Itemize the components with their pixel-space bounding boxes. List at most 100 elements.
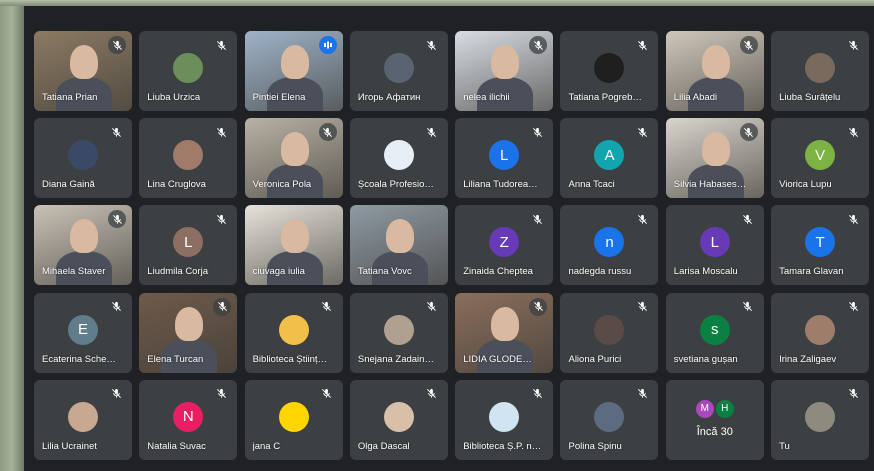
participant-tile[interactable]: Biblioteca Ș.P. n… (455, 379, 554, 460)
more-avatar-initial: H (715, 399, 734, 418)
participant-name: Polina Spinu (568, 440, 622, 452)
participant-tile[interactable]: Pintiei Elena (244, 31, 343, 111)
participant-avatar (278, 401, 309, 432)
participant-tile[interactable]: Snejana Zadain… (349, 292, 448, 373)
participant-tile[interactable]: Tatiana Pogreb… (560, 31, 659, 111)
participant-avatar (383, 140, 414, 171)
participant-avatar (173, 53, 204, 83)
avatar-initial: L (710, 233, 719, 251)
participant-avatar (594, 53, 625, 83)
participant-name: LIDIA GLODE… (463, 353, 532, 365)
participant-tile[interactable]: V Viorica Lupu (771, 118, 870, 199)
more-avatars: MH (695, 399, 735, 418)
more-participants-tile[interactable]: M H Încă 30 (665, 379, 764, 460)
avatar-initial: V (815, 146, 826, 164)
participant-name: Irina Zaligaev (779, 353, 837, 365)
participant-face (491, 306, 520, 341)
participant-avatar (805, 314, 836, 345)
mic-off-icon (845, 299, 861, 315)
participant-tile[interactable]: L Larisa Moscalu (665, 205, 764, 286)
participant-name: nelea ilichii (463, 92, 510, 103)
participant-tile[interactable]: Biblioteca Științ… (244, 292, 343, 373)
participant-tile[interactable]: ciuvaga iulia (244, 205, 343, 286)
mic-off-icon (845, 124, 861, 140)
participant-tile[interactable]: Irina Zaligaev (771, 292, 870, 373)
participant-tile[interactable]: A Anna Tcaci (560, 118, 659, 199)
mic-off-icon (529, 211, 545, 227)
participant-tile[interactable]: L Liliana Tudorea… (455, 118, 554, 199)
mic-off-icon (634, 299, 650, 315)
participant-avatar: E (68, 314, 98, 345)
participant-face (385, 219, 414, 254)
participant-tile[interactable]: N Natalia Suvac (139, 379, 238, 460)
participant-tile[interactable]: Școala Profesio… (349, 118, 448, 199)
participant-tile[interactable]: Mihaela Staver (34, 205, 132, 286)
participant-name: Liudmila Corja (147, 266, 209, 278)
participant-avatar (594, 401, 625, 432)
participant-name: Pintiei Elena (252, 92, 306, 103)
participant-face (491, 45, 520, 79)
participant-tile[interactable]: Aliona Purici (560, 292, 659, 373)
mic-off-icon (529, 297, 548, 316)
speaking-indicator-icon (318, 36, 337, 54)
participant-tile[interactable]: Liuba Urzica (139, 31, 238, 111)
participant-tile[interactable]: Tu (771, 379, 870, 460)
participant-name: Elena Turcan (147, 353, 204, 365)
avatar-initial: L (184, 233, 193, 251)
participant-name: Ecaterina Sche… (42, 353, 116, 365)
window-edge-left (0, 0, 24, 471)
participant-name: Aliona Purici (568, 353, 622, 365)
participant-tile[interactable]: Olga Dascal (349, 379, 448, 460)
participant-tile[interactable]: Игорь Афатин (349, 31, 448, 111)
participant-avatar (805, 53, 836, 83)
participant-avatar (68, 401, 98, 432)
participant-name: Biblioteca Ș.P. n… (463, 440, 542, 452)
participant-avatar: L (173, 227, 204, 258)
participant-tile[interactable]: Polina Spinu (560, 379, 659, 460)
participant-tile[interactable]: nelea ilichii (455, 31, 554, 111)
participant-tile[interactable]: n nadegda russu (560, 205, 659, 286)
participant-avatar: L (489, 140, 520, 171)
participant-tile[interactable]: Z Zinaida Cheptea (455, 205, 554, 286)
participant-tile[interactable]: Lilia Abadi (665, 31, 764, 111)
participant-avatar (383, 314, 414, 345)
participant-tile[interactable]: jana C (244, 379, 343, 460)
participant-tile[interactable]: Lilia Ucrainet (34, 379, 132, 460)
participant-name: Snejana Zadain… (357, 353, 434, 365)
mic-off-icon (318, 123, 337, 142)
participant-avatar: T (805, 227, 836, 258)
participant-name: Școala Profesio… (357, 179, 434, 191)
participant-tile[interactable]: Lina Cruglova (139, 118, 238, 199)
participant-tile[interactable]: Liuba Surâțelu (771, 31, 870, 111)
participant-tile[interactable]: s svetiana gușan (665, 292, 764, 373)
participant-tile[interactable]: L Liudmila Corja (139, 205, 238, 286)
mic-off-icon (424, 299, 440, 315)
mic-off-icon (740, 299, 756, 315)
mic-off-icon (634, 211, 650, 227)
participant-tile[interactable]: T Tamara Glavan (771, 205, 870, 286)
participant-tile[interactable]: LIDIA GLODE… (455, 292, 554, 373)
participant-tile[interactable]: Diana Gaină (34, 118, 132, 199)
participant-avatar: A (594, 140, 625, 171)
participant-name: Diana Gaină (42, 179, 95, 191)
mic-off-icon (108, 124, 124, 140)
participant-avatar (68, 140, 98, 171)
participant-avatar (383, 401, 414, 432)
mic-off-icon (845, 386, 861, 402)
participant-name: Игорь Афатин (357, 92, 421, 103)
participant-tile[interactable]: Tatiana Vovc (349, 205, 448, 286)
mic-off-icon (424, 124, 440, 140)
participant-tile[interactable]: Elena Turcan (139, 292, 238, 373)
participant-tile[interactable]: Veronica Pola (244, 118, 343, 199)
avatar-initial: L (500, 146, 509, 164)
participant-name: Anna Tcaci (568, 179, 615, 191)
meeting-window: Tatiana Prian Liuba Urzica Pintiei Elena Иг… (24, 6, 874, 471)
participant-tile[interactable]: E Ecaterina Sche… (34, 292, 132, 373)
mic-off-icon (739, 123, 758, 142)
participant-name: Tamara Glavan (779, 266, 844, 278)
participant-tile[interactable]: Silvia Habases… (665, 118, 764, 199)
more-avatar-initial: M (695, 399, 714, 418)
participant-tile[interactable]: Tatiana Prian (34, 31, 132, 111)
participant-name: Silvia Habases… (673, 179, 747, 191)
participant-avatar (489, 401, 520, 432)
